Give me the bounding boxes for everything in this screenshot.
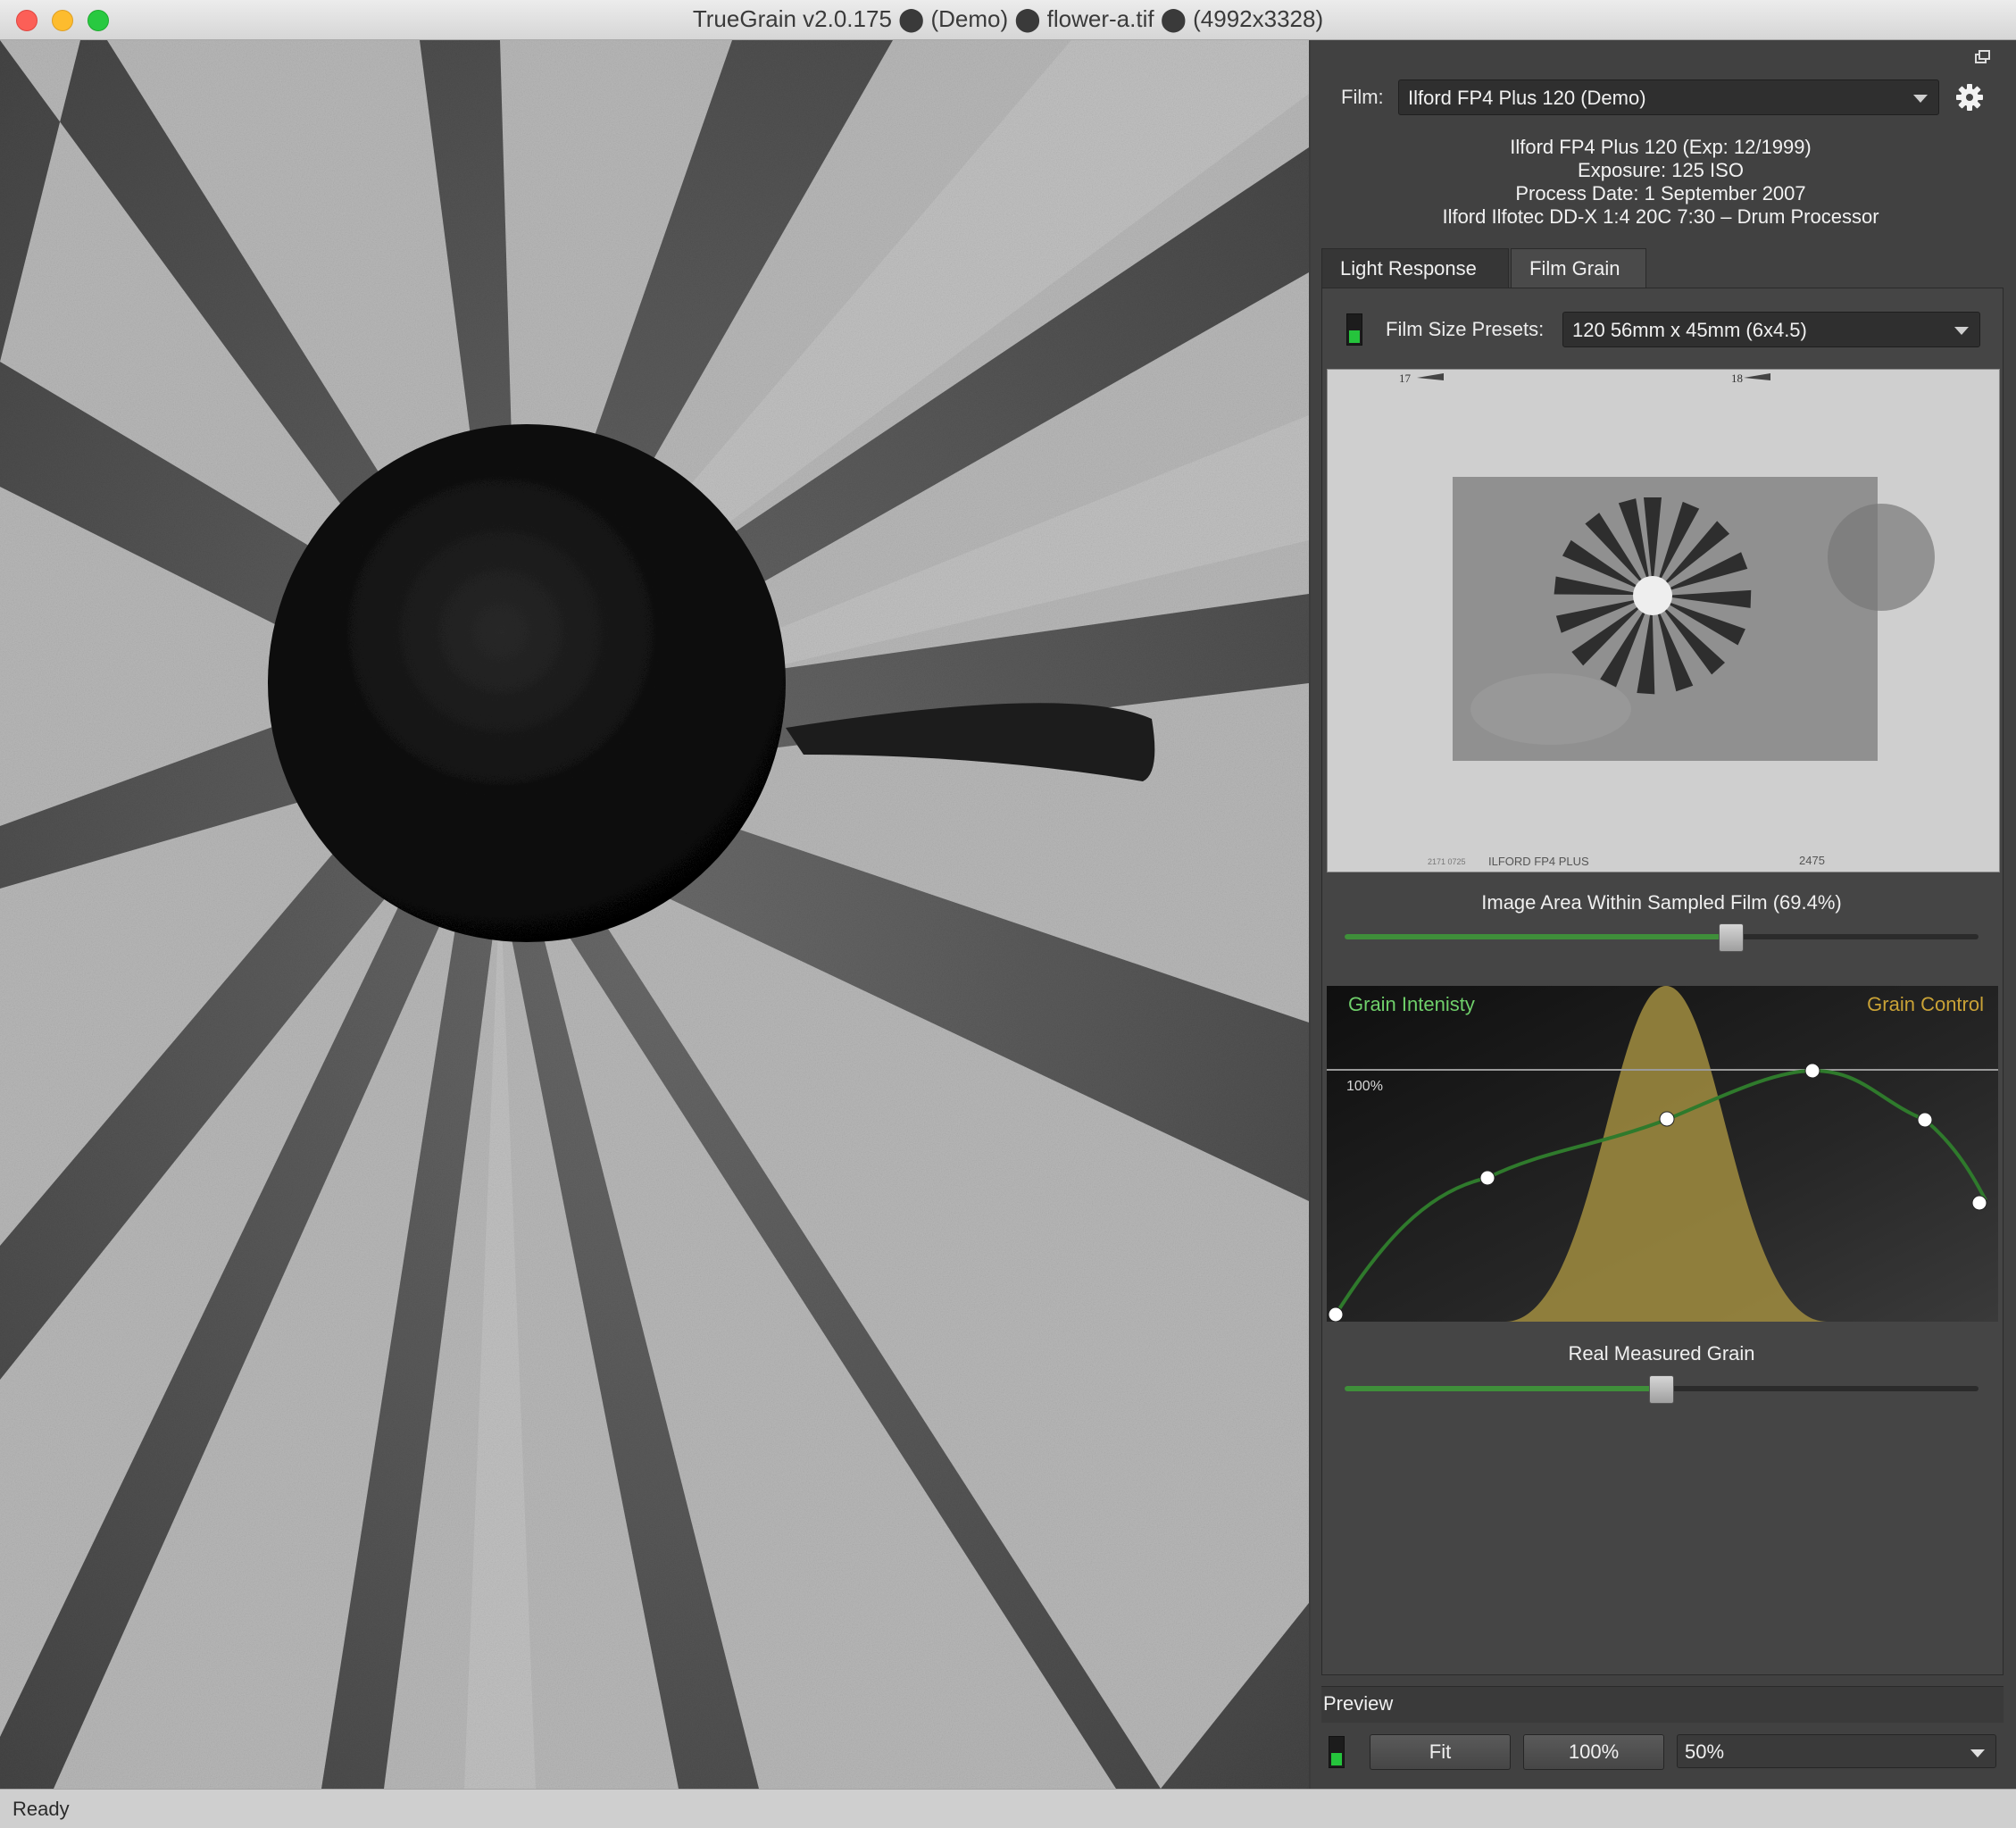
curve-control-point[interactable] xyxy=(1479,1170,1495,1186)
zoom-level-select[interactable]: 50% xyxy=(1677,1734,1996,1768)
frame-arrow-icon xyxy=(1744,373,1770,380)
real-measured-grain-slider-thumb[interactable] xyxy=(1649,1375,1674,1404)
frame-arrow-icon xyxy=(1417,373,1444,380)
film-size-enable-toggle[interactable] xyxy=(1346,313,1362,346)
film-code-right: 2475 xyxy=(1799,854,1825,867)
film-size-presets-label: Film Size Presets: xyxy=(1386,318,1545,340)
film-info-line: Process Date: 1 September 2007 xyxy=(1515,182,1806,205)
frame-number-left: 17 xyxy=(1399,371,1412,385)
real-measured-grain-slider-fill xyxy=(1345,1386,1662,1391)
curve-control-point[interactable] xyxy=(1917,1112,1933,1128)
film-info-line: Ilford FP4 Plus 120 (Exp: 12/1999) xyxy=(1510,136,1812,158)
film-select[interactable]: Ilford FP4 Plus 120 (Demo) xyxy=(1398,79,1939,115)
real-measured-grain-label: Real Measured Grain xyxy=(1568,1342,1755,1365)
curve-control-point[interactable] xyxy=(1659,1111,1675,1127)
image-canvas[interactable] xyxy=(0,40,1309,1789)
chevron-down-icon xyxy=(1954,327,1969,335)
status-bar: Ready xyxy=(0,1789,2016,1828)
sampled-film-frame xyxy=(1453,477,1935,761)
film-size-presets-value: 120 56mm x 45mm (6x4.5) xyxy=(1572,319,1807,341)
image-area-label: Image Area Within Sampled Film (69.4%) xyxy=(1481,891,1842,914)
status-text: Ready xyxy=(12,1798,70,1820)
hundred-percent-label: 100% xyxy=(1346,1079,1383,1094)
grain-control-label: Grain Control xyxy=(1867,993,1984,1015)
film-size-presets-select[interactable]: 120 56mm x 45mm (6x4.5) xyxy=(1562,312,1980,347)
restore-icon[interactable] xyxy=(1975,50,1991,64)
tab-film-grain[interactable]: Film Grain xyxy=(1511,248,1646,288)
preview-section-header xyxy=(1321,1686,2004,1723)
zoom-level-value: 50% xyxy=(1685,1740,1725,1763)
film-sample-preview: 17 18 2171 0725 ILFORD FP4 PLUS 2475 xyxy=(1327,369,2000,872)
frame-number-right: 18 xyxy=(1731,371,1743,385)
film-label: Film: xyxy=(1341,86,1384,108)
gear-icon[interactable] xyxy=(1955,83,1984,112)
zoom-100-button[interactable]: 100% xyxy=(1523,1734,1664,1770)
title-bar: TrueGrain v2.0.175 ⬤ (Demo) ⬤ flower-a.t… xyxy=(0,0,2016,40)
chevron-down-icon xyxy=(1970,1749,1985,1757)
image-area-slider-fill xyxy=(1345,934,1731,939)
grain-curve-graph[interactable]: Grain Intenisty Grain Control 100% xyxy=(1327,986,1998,1322)
film-brand-text: ILFORD FP4 PLUS xyxy=(1488,855,1589,868)
image-area-slider-thumb[interactable] xyxy=(1719,923,1744,952)
grain-intensity-label: Grain Intenisty xyxy=(1348,993,1475,1015)
tab-light-response[interactable]: Light Response xyxy=(1321,248,1509,288)
curve-control-point[interactable] xyxy=(1971,1195,1987,1211)
curve-control-point[interactable] xyxy=(1804,1063,1820,1079)
film-select-value: Ilford FP4 Plus 120 (Demo) xyxy=(1408,87,1646,109)
fit-button[interactable]: Fit xyxy=(1370,1734,1511,1770)
window-title: TrueGrain v2.0.175 ⬤ (Demo) ⬤ flower-a.t… xyxy=(692,5,1324,32)
film-code-small: 2171 0725 xyxy=(1428,857,1466,866)
film-info-line: Ilford Ilfotec DD-X 1:4 20C 7:30 – Drum … xyxy=(1442,205,1879,228)
preview-title: Preview xyxy=(1323,1692,1394,1715)
curve-control-point[interactable] xyxy=(1328,1306,1344,1322)
chevron-down-icon xyxy=(1913,95,1928,103)
preview-enable-toggle[interactable] xyxy=(1329,1736,1345,1768)
film-info-line: Exposure: 125 ISO xyxy=(1578,159,1744,181)
image-area-slider[interactable] xyxy=(1345,934,1979,939)
